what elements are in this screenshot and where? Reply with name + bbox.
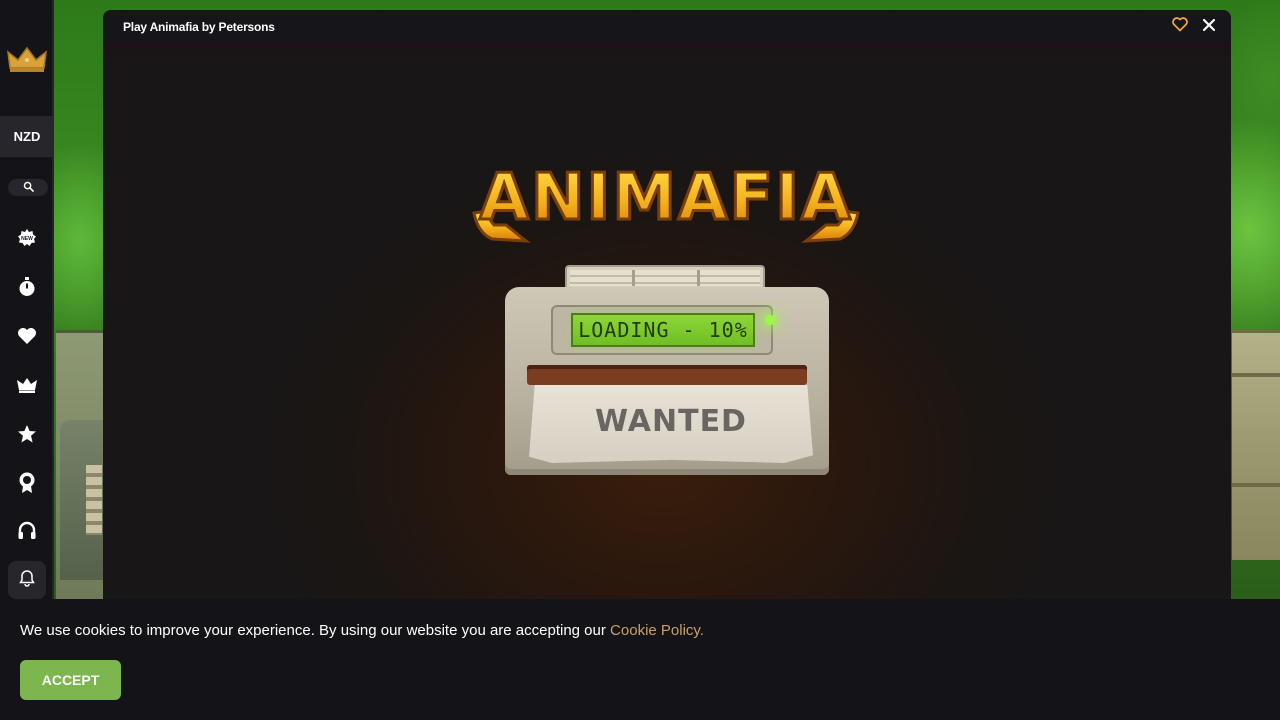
cookie-message: We use cookies to improve your experienc…	[20, 622, 704, 639]
game-modal-header: Play Animafia by Petersons	[103, 10, 1231, 43]
game-modal: Play Animafia by Petersons ANIMAFIA LOAD…	[103, 10, 1231, 610]
currency-selector[interactable]: NZD	[0, 116, 54, 157]
machine-panel: LOADING - 10%	[551, 305, 775, 355]
machine-body: LOADING - 10% WANTED	[505, 287, 829, 475]
medal-icon	[18, 472, 36, 499]
crown-icon	[17, 377, 37, 398]
accept-cookies-button[interactable]: ACCEPT	[20, 660, 121, 700]
cookie-policy-link[interactable]: Cookie Policy.	[610, 622, 704, 639]
loading-machine: LOADING - 10% WANTED	[503, 259, 831, 475]
stopwatch-icon	[18, 276, 36, 302]
wanted-text: WANTED	[595, 403, 747, 439]
game-canvas[interactable]: ANIMAFIA LOADING - 10% WANTED	[103, 43, 1231, 610]
sidebar-item-vip[interactable]	[0, 369, 54, 405]
sidebar-item-recent[interactable]	[0, 271, 54, 307]
bell-icon	[18, 569, 36, 592]
background-vehicle	[60, 420, 104, 580]
svg-text:NEW: NEW	[21, 236, 33, 242]
game-title: Play Animafia by Petersons	[123, 20, 275, 34]
wanted-poster: WANTED	[529, 385, 813, 463]
notifications-button[interactable]	[8, 561, 46, 599]
sidebar-item-featured[interactable]	[0, 418, 54, 454]
game-logo: ANIMAFIA	[472, 160, 860, 243]
search-icon	[23, 179, 34, 197]
headset-icon	[17, 521, 37, 546]
favorite-button[interactable]	[1171, 17, 1189, 37]
new-badge-icon: NEW	[17, 228, 37, 253]
star-icon	[17, 424, 37, 449]
close-icon	[1202, 18, 1216, 36]
sidebar: NZD NEW	[0, 0, 54, 600]
loading-display: LOADING - 10%	[571, 313, 755, 347]
sidebar-item-tournaments[interactable]	[0, 467, 54, 503]
machine-slot	[527, 365, 807, 385]
cookie-banner	[0, 599, 1280, 720]
heart-icon	[17, 327, 37, 350]
sidebar-item-favorites[interactable]	[0, 320, 54, 356]
search-button[interactable]	[8, 179, 48, 196]
cookie-message-text: We use cookies to improve your experienc…	[20, 622, 611, 639]
sidebar-item-support[interactable]	[0, 515, 54, 551]
close-button[interactable]	[1200, 18, 1218, 36]
currency-label: NZD	[13, 129, 41, 144]
background-crate-right	[1232, 330, 1280, 560]
status-led	[765, 315, 775, 325]
sidebar-item-new[interactable]: NEW	[0, 222, 54, 258]
heart-outline-icon	[1172, 17, 1188, 37]
crown-logo-icon[interactable]	[0, 36, 54, 84]
game-logo-text: ANIMAFIA	[479, 161, 852, 235]
